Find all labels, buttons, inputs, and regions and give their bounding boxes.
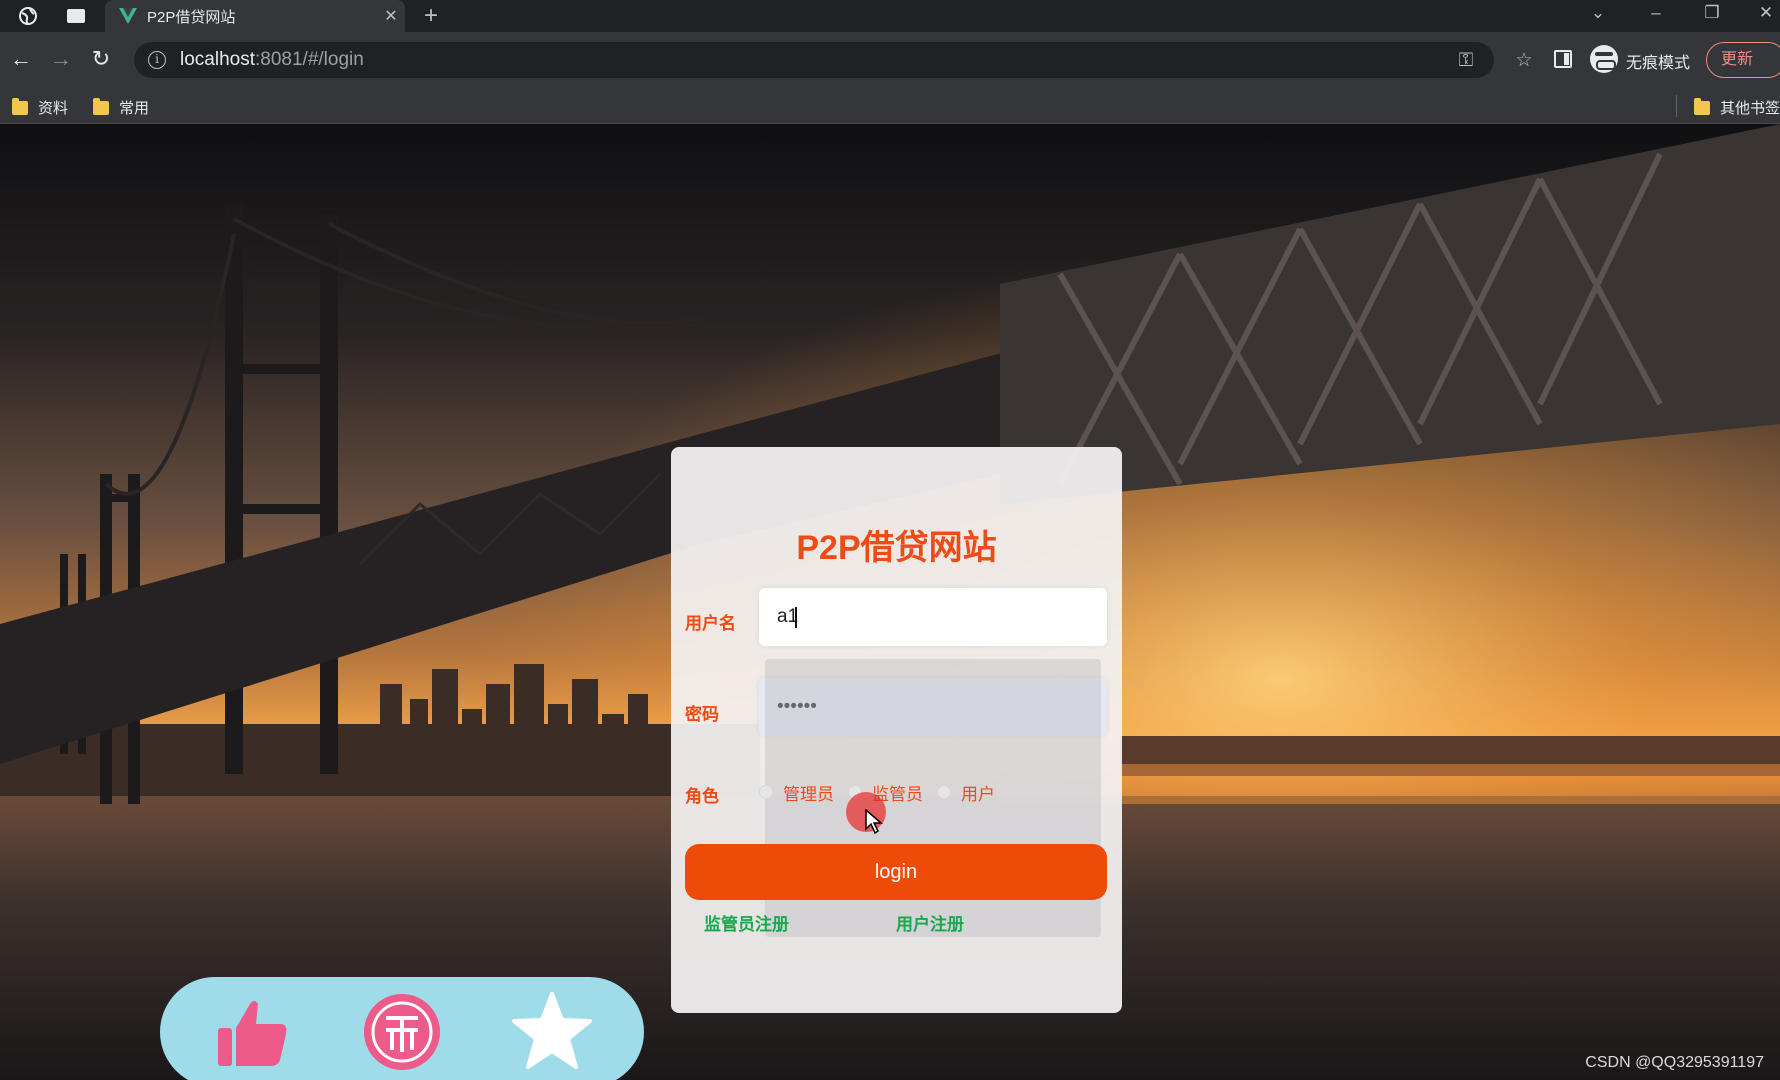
bookmarks-bar: 资料 常用 其他书签 [0,88,1780,124]
page-title: P2P借贷网站 [796,529,997,567]
bookmark-folder[interactable]: 资料 [12,97,68,118]
incognito-label: 无痕模式 [1626,55,1691,72]
url-host: localhost [180,49,255,70]
other-bookmarks-folder[interactable]: 其他书签 [1694,97,1780,118]
username-field[interactable] [759,588,1107,646]
minimize-icon[interactable]: – [1636,0,1676,28]
role-option-user[interactable]: 用户 [937,780,995,805]
reaction-bar [160,977,644,1080]
login-button[interactable]: login [685,844,1107,900]
supervisor-register-link[interactable]: 监管员注册 [704,910,789,935]
tab-list-icon[interactable]: ⌄ [1578,0,1618,28]
key-icon[interactable]: ⚿ [1456,51,1476,71]
role-option-label: 管理员 [783,784,834,804]
role-label: 角色 [685,787,719,806]
folder-icon [1694,97,1710,115]
side-panel-icon[interactable] [1554,50,1572,68]
role-radio-group: 管理员 监管员 用户 [759,780,1009,804]
other-bookmarks-label: 其他书签 [1720,100,1780,117]
update-button[interactable]: 更新 [1706,42,1780,78]
password-label: 密码 [685,705,719,724]
url-path: :8081/#/login [255,49,364,70]
bookmark-star-icon[interactable]: ☆ [1514,51,1534,71]
tab-search-icon[interactable] [64,4,88,28]
star-icon[interactable] [512,992,592,1072]
bookmark-separator [1676,95,1677,117]
globe-icon[interactable] [16,4,40,28]
role-option-label: 用户 [961,784,995,804]
window-close-icon[interactable]: ✕ [1746,0,1780,28]
watermark: CSDN @QQ3295391197 [1585,1054,1764,1071]
folder-icon [12,97,28,115]
back-icon[interactable]: ← [8,46,34,72]
site-info-icon[interactable]: i [148,51,166,69]
login-card: P2P借贷网站 用户名 密码 角色 管理员 监管员 用户 login 监管员注册… [671,447,1122,1013]
folder-icon [93,97,109,115]
bookmark-label: 常用 [119,100,150,117]
username-label: 用户名 [685,614,736,633]
login-page: P2P借贷网站 用户名 密码 角色 管理员 监管员 用户 login 监管员注册… [0,124,1780,1080]
tab-title: P2P借贷网站 [147,8,236,26]
incognito-icon[interactable] [1590,45,1618,73]
mouse-pointer-icon [865,809,883,835]
radio-button[interactable] [937,785,951,799]
browser-toolbar: ← → ↻ i localhost:8081/#/login ⚿ ☆ 无痕模式 … [0,32,1780,88]
bookmark-label: 资料 [38,100,69,117]
bookmark-folder[interactable]: 常用 [93,97,149,118]
tab-strip: P2P借贷网站 ✕ + ⌄ – ❐ ✕ [0,0,1780,32]
coin-icon[interactable] [362,992,442,1072]
reload-icon[interactable]: ↻ [88,46,114,72]
forward-icon[interactable]: → [48,46,74,72]
username-input[interactable] [759,588,1107,646]
radio-button[interactable] [759,785,773,799]
restore-icon[interactable]: ❐ [1692,0,1732,28]
vue-logo-icon [119,8,137,24]
text-caret [795,607,797,628]
tab-close-icon[interactable]: ✕ [377,6,405,26]
address-bar[interactable]: i localhost:8081/#/login ⚿ ☆ [134,42,1533,78]
user-register-link[interactable]: 用户注册 [896,910,964,935]
active-tab[interactable]: P2P借贷网站 ✕ [105,0,405,32]
thumbs-up-icon[interactable] [212,992,292,1072]
role-option-admin[interactable]: 管理员 [759,780,834,805]
new-tab-icon[interactable]: + [418,3,444,29]
